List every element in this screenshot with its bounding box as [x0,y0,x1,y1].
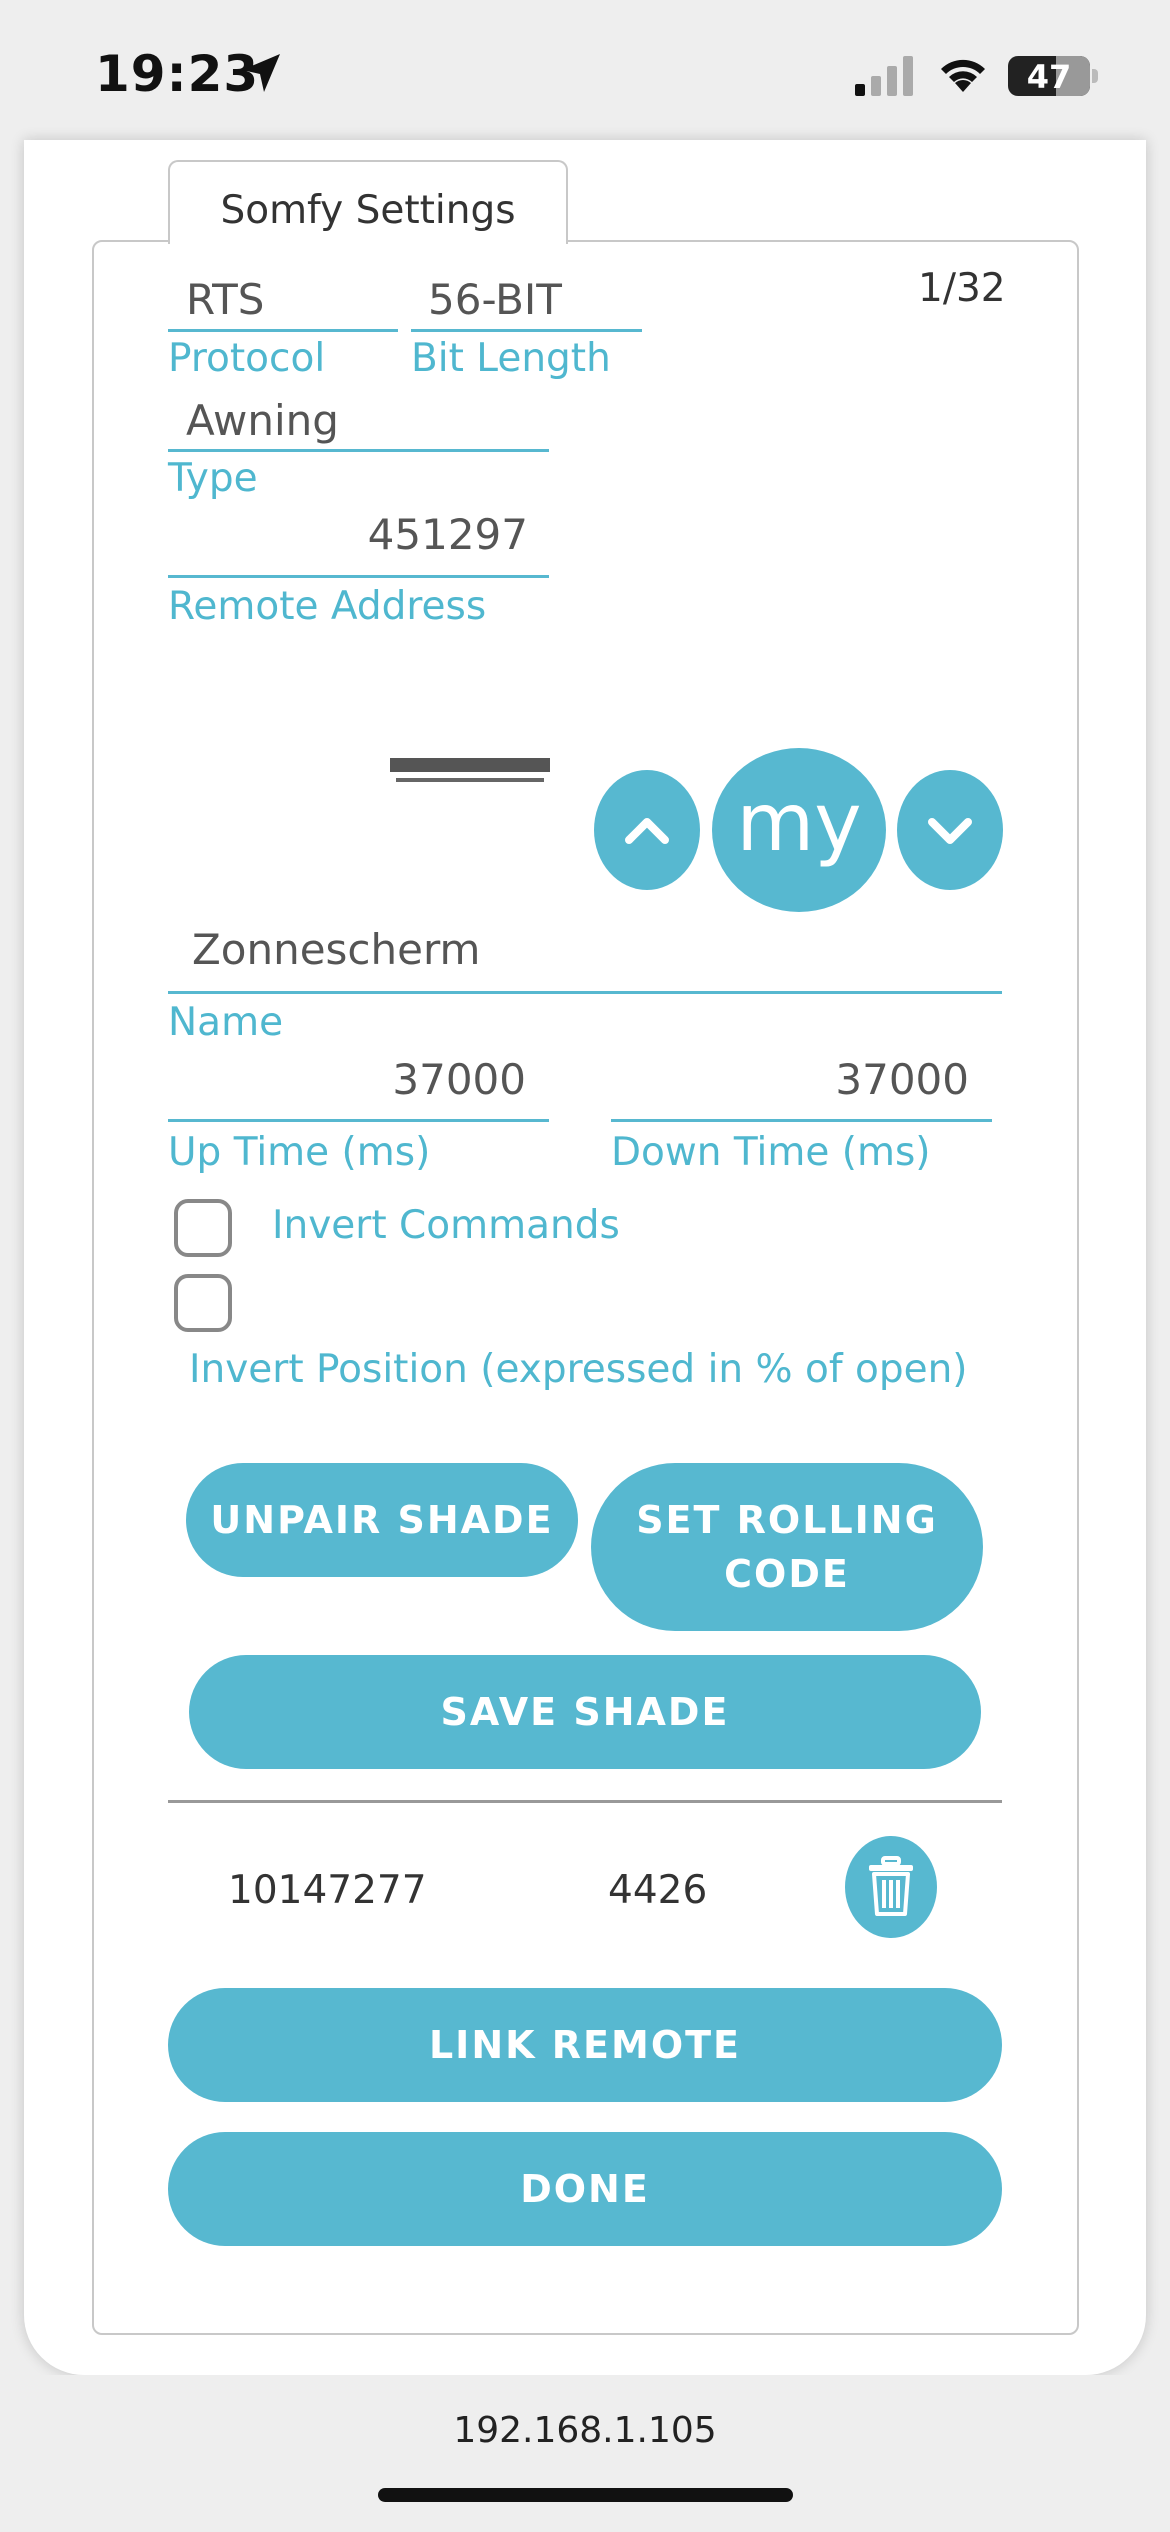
linked-remote-address: 10147277 [228,1868,427,1913]
up-time-field[interactable]: 37000 [168,1055,526,1104]
bit-length-label: Bit Length [411,336,611,381]
down-time-underline [611,1119,992,1122]
wifi-icon [941,59,985,92]
type-label: Type [168,456,258,501]
up-time-label: Up Time (ms) [168,1130,431,1175]
remote-address-underline [168,575,549,578]
battery-icon: 47 [1008,56,1090,96]
set-rolling-code-label-line1: SET ROLLING [636,1498,938,1542]
invert-commands-label: Invert Commands [272,1203,620,1248]
type-field[interactable]: Awning [186,396,339,445]
shade-my-button[interactable]: my [712,748,886,912]
shade-up-button[interactable] [594,770,700,890]
delete-remote-button[interactable] [845,1836,937,1938]
tab-label: Somfy Settings [220,188,516,233]
save-shade-label: SAVE SHADE [440,1690,730,1734]
remote-address-field[interactable]: 451297 [168,510,528,559]
down-time-field[interactable]: 37000 [611,1055,969,1104]
invert-position-label: Invert Position (expressed in % of open) [189,1347,968,1392]
linked-remote-rolling-code: 4426 [608,1868,708,1913]
bit-length-field[interactable]: 56-BIT [428,275,562,324]
invert-position-checkbox[interactable] [174,1274,232,1332]
name-field[interactable]: Zonnescherm [192,925,480,974]
protocol-underline [168,329,398,332]
shade-counter: 1/32 [918,266,1006,311]
invert-commands-checkbox[interactable] [174,1199,232,1257]
down-time-label: Down Time (ms) [611,1130,931,1175]
home-indicator [378,2488,793,2502]
battery-tip [1092,69,1098,83]
shade-down-button[interactable] [897,770,1003,890]
battery-level: 47 [1026,58,1072,96]
protocol-label: Protocol [168,336,326,381]
unpair-shade-button[interactable]: UNPAIR SHADE [186,1463,578,1577]
cellular-signal-icon [855,56,913,96]
chevron-up-icon [625,818,669,844]
name-label: Name [168,1000,284,1045]
my-label: my [736,776,862,869]
set-rolling-code-label-line2: CODE [724,1552,850,1596]
unpair-shade-label: UNPAIR SHADE [210,1498,554,1542]
protocol-field[interactable]: RTS [186,275,264,324]
linked-remotes-divider [168,1800,1002,1803]
bit-length-underline [411,329,642,332]
up-time-underline [168,1119,549,1122]
set-rolling-code-button[interactable]: SET ROLLING CODE [591,1463,983,1631]
location-arrow-icon [242,54,280,92]
address-bar-url[interactable]: 192.168.1.105 [0,2410,1170,2451]
status-time: 19:23 [95,45,260,103]
trash-icon [869,1856,913,1916]
link-remote-label: LINK REMOTE [428,2023,742,2067]
remote-address-label: Remote Address [168,584,487,629]
name-underline [168,991,1002,994]
done-button[interactable]: DONE [168,2132,1002,2246]
done-label: DONE [520,2167,650,2211]
browser-bottom-bar [0,2375,1170,2532]
link-remote-button[interactable]: LINK REMOTE [168,1988,1002,2102]
type-underline [168,449,549,452]
chevron-down-icon [928,818,972,844]
save-shade-button[interactable]: SAVE SHADE [189,1655,981,1769]
shade-position-icon [390,758,550,782]
